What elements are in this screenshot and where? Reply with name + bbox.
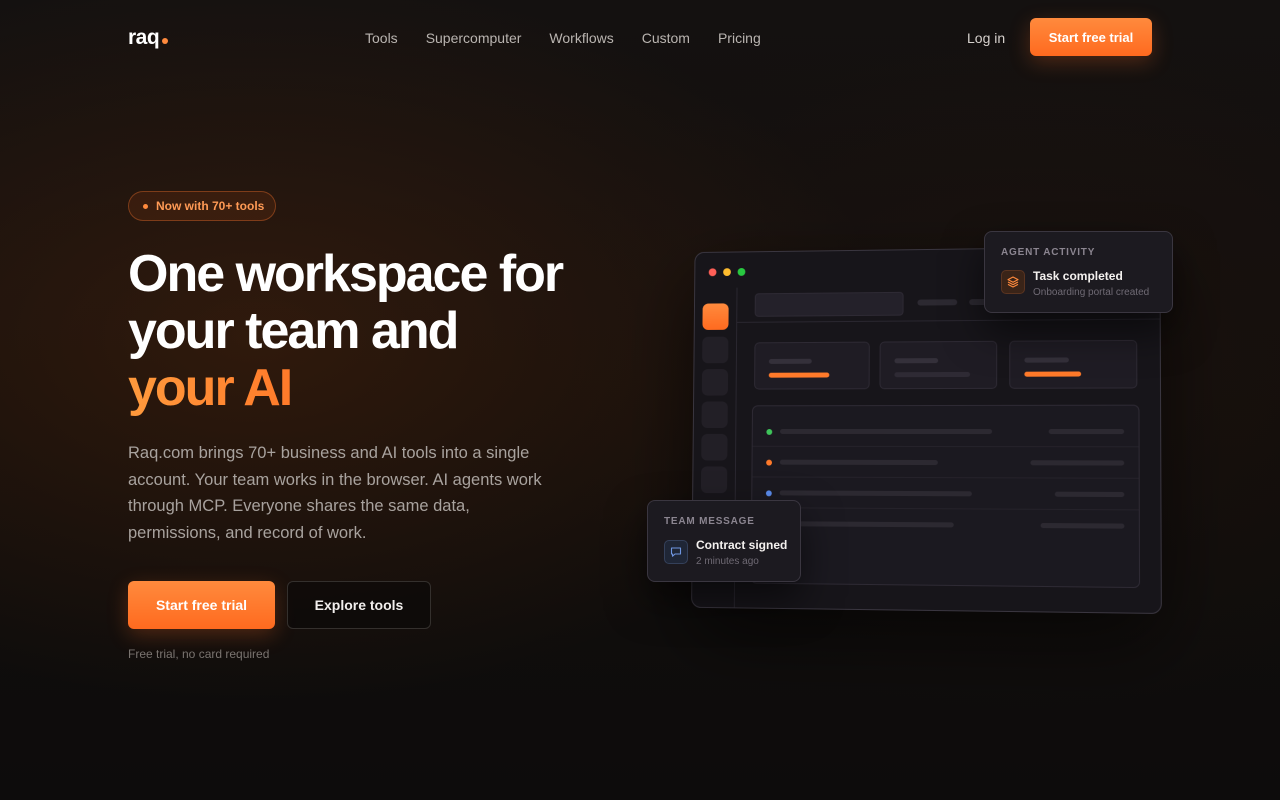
chat-bubble-icon [664, 540, 688, 564]
mockup-card-label [1024, 357, 1069, 363]
window-controls [708, 267, 746, 277]
mockup-activity-table [750, 404, 1141, 589]
nav-start-trial-button[interactable]: Start free trial [1030, 18, 1152, 56]
nav-link-supercomputer[interactable]: Supercomputer [426, 30, 522, 46]
mockup-sidebar-item [701, 401, 728, 429]
agent-activity-title: Task completed [1033, 269, 1123, 283]
mockup-stat-card [1009, 339, 1138, 389]
maximize-dot-icon [737, 267, 746, 276]
agent-activity-label: AGENT ACTIVITY [1001, 247, 1096, 258]
mockup-stat-card [879, 340, 998, 390]
badge-dot [143, 203, 148, 209]
mockup-row-bar [779, 459, 938, 466]
mockup-stat-card [754, 341, 870, 390]
team-message-title: Contract signed [696, 538, 788, 552]
close-dot-icon [708, 268, 717, 277]
mockup-row-bar [1040, 522, 1125, 529]
nav-links: Tools Supercomputer Workflows Custom Pri… [365, 30, 761, 46]
headline-line-1: One workspace for [128, 245, 564, 303]
trial-fineprint: Free trial, no card required [128, 647, 270, 661]
mockup-row-bar [779, 490, 972, 497]
nav-link-tools[interactable]: Tools [365, 30, 398, 46]
mockup-row-bar [780, 429, 993, 435]
hero-subtext: Raq.com brings 70+ business and AI tools… [128, 444, 542, 542]
mockup-row-bar [779, 521, 954, 528]
badge-label: Now with 70+ tools [156, 199, 265, 213]
mockup-topbar-pill [917, 299, 958, 306]
hero-headline: One workspace for your team and your AI [128, 245, 564, 417]
hero-start-trial-button[interactable]: Start free trial [128, 581, 275, 629]
login-link[interactable]: Log in [967, 30, 1005, 46]
team-message-label: TEAM MESSAGE [664, 516, 755, 527]
team-message-subtitle: 2 minutes ago [696, 556, 759, 567]
logo-dot [162, 38, 169, 44]
mockup-table-row [752, 446, 1139, 479]
nav-link-workflows[interactable]: Workflows [549, 30, 613, 46]
headline-accent: your AI [128, 359, 293, 417]
mockup-card-accent-bar [1024, 371, 1082, 377]
status-dot-orange [766, 459, 773, 466]
minimize-dot-icon [723, 268, 731, 277]
mockup-table-row [752, 477, 1139, 511]
headline-line-2: your team and [128, 302, 459, 360]
layers-icon [1001, 270, 1025, 294]
mockup-table-row [752, 415, 1139, 448]
top-nav: raq Tools Supercomputer Workflows Custom… [0, 0, 1280, 76]
nav-link-pricing[interactable]: Pricing [718, 30, 761, 46]
mockup-sidebar-item [700, 466, 728, 494]
explore-tools-button[interactable]: Explore tools [287, 581, 431, 629]
team-message-card: TEAM MESSAGE Contract signed 2 minutes a… [647, 500, 801, 582]
mockup-row-bar [1048, 429, 1125, 435]
new-tools-badge: Now with 70+ tools [128, 191, 276, 221]
status-dot-green [766, 429, 773, 435]
mockup-sidebar-item [702, 336, 729, 364]
mockup-row-bar [1054, 491, 1125, 498]
mockup-search-bar [754, 291, 904, 317]
mockup-card-bar [894, 371, 971, 378]
mockup-sidebar-item [701, 433, 728, 461]
agent-activity-subtitle: Onboarding portal created [1033, 287, 1150, 298]
mockup-row-bar [1030, 460, 1125, 466]
mockup-card-accent-bar [768, 372, 830, 378]
mockup-card-label [768, 358, 812, 364]
mockup-table-row [752, 508, 1139, 542]
nav-link-custom[interactable]: Custom [642, 30, 690, 46]
mockup-sidebar-active-item [702, 303, 729, 330]
mockup-sidebar-item [701, 369, 729, 396]
brand-logo[interactable]: raq [128, 26, 169, 50]
mockup-card-label [894, 358, 939, 364]
status-dot-blue [765, 490, 772, 497]
agent-activity-card: AGENT ACTIVITY Task completed Onboarding… [984, 231, 1173, 313]
